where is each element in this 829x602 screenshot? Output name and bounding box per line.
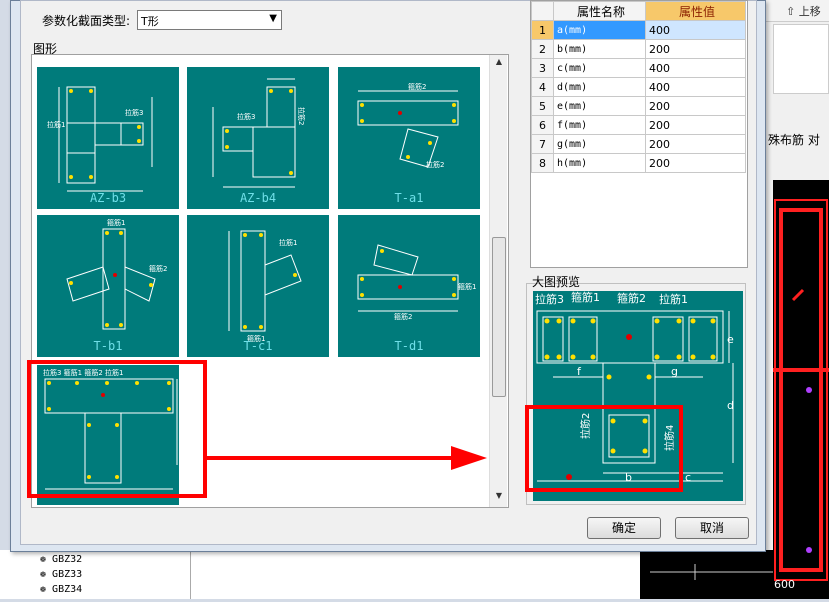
preview-label-l1: 拉筋3 [535,292,564,306]
scroll-up-icon[interactable]: ▲ [490,57,508,71]
svg-text:箍筋2: 箍筋2 [408,82,426,91]
property-value[interactable]: 200 [645,134,746,154]
row-index: 1 [531,20,554,40]
thumbnail-name: T-c1 [243,339,273,353]
thumbnail-name: T-b1 [93,339,123,353]
component-tree: ❁ GBZ32 ❁ GBZ33 ❁ GBZ34 [0,550,190,599]
chevron-down-icon: ▼ [269,13,277,24]
preview-label-l3: 箍筋2 [617,291,646,305]
svg-text:拉筋1: 拉筋1 [47,120,65,129]
svg-text:箍筋2: 箍筋2 [394,312,412,321]
table-row[interactable]: 4 d(mm) 400 [531,77,746,97]
row-index: 6 [531,115,554,135]
thumbnail-name: T-a1 [394,191,424,205]
column-header-value: 属性值 [645,1,746,21]
background-white-panel [773,24,829,94]
section-type-select[interactable]: T形 ▼ [137,10,282,30]
property-name[interactable]: a(mm) [553,20,646,40]
thumbnail-t-a1[interactable]: 箍筋2 拉筋2 T-a1 [338,67,480,209]
property-name[interactable]: d(mm) [553,77,646,97]
preview-label-g: g [671,365,678,378]
table-row[interactable]: 7 g(mm) 200 [531,134,746,154]
section-type-value: T形 [141,15,159,28]
thumbnail-name: AZ-b3 [89,191,127,205]
svg-text:箍筋1: 箍筋1 [107,218,125,227]
annotation-box-preview [525,405,683,492]
preview-label-f: f [577,365,582,378]
row-index: 3 [531,58,554,78]
thumbnail-t-b1[interactable]: 箍筋1 箍筋2 T-b1 [37,215,179,357]
property-name[interactable]: c(mm) [553,58,646,78]
table-row[interactable]: 5 e(mm) 200 [531,96,746,116]
thumbnail-t-c1[interactable]: 拉筋1 箍筋1 T-c1 [187,215,329,357]
background-panel [190,550,640,599]
thumbnail-az-b3[interactable]: 拉筋1 拉筋3 AZ-b3 [37,67,179,209]
svg-text:拉筋2: 拉筋2 [426,160,444,169]
svg-text:箍筋2: 箍筋2 [149,264,167,273]
background-tab-label[interactable]: 殊布筋 对 [768,131,820,148]
preview-label-l2: 箍筋1 [571,291,600,304]
preview-label-e: e [727,333,734,346]
corner-cell [531,1,554,21]
row-index: 8 [531,153,554,173]
background-drawing-canvas[interactable] [773,180,829,599]
svg-text:拉筋2: 拉筋2 [297,107,306,125]
property-value[interactable]: 200 [645,115,746,135]
table-row[interactable]: 3 c(mm) 400 [531,58,746,78]
row-index: 7 [531,134,554,154]
property-value[interactable]: 200 [645,39,746,59]
property-value[interactable]: 400 [645,58,746,78]
annotation-arrow-icon [205,446,487,470]
property-name[interactable]: f(mm) [553,115,646,135]
background-canvas-bottom [640,550,773,599]
row-index: 4 [531,77,554,97]
property-value[interactable]: 400 [645,20,746,40]
thumbnail-name: T-d1 [394,339,424,353]
tree-item[interactable]: ❁ GBZ32 [40,554,82,565]
property-value[interactable]: 400 [645,77,746,97]
table-row[interactable]: 1 a(mm) 400 [531,20,746,40]
property-name[interactable]: h(mm) [553,153,646,173]
row-index: 2 [531,39,554,59]
property-grid: 属性名称 属性值 1 a(mm) 400 2 b(mm) 200 3 c(mm)… [530,0,748,268]
row-index: 5 [531,96,554,116]
section-type-label: 参数化截面类型: [42,14,131,28]
preview-label: 大图预览 [532,275,581,289]
property-value[interactable]: 200 [645,153,746,173]
tree-item[interactable]: ❁ GBZ34 [40,584,82,595]
table-row[interactable]: 8 h(mm) 200 [531,153,746,173]
canvas-dimension-label: 600 [774,578,795,591]
scroll-down-icon[interactable]: ▼ [490,491,508,505]
preview-label-d: d [727,399,734,412]
cancel-button[interactable]: 取消 [675,517,749,539]
preview-label-l4: 拉筋1 [659,292,688,306]
svg-text:箍筋1: 箍筋1 [458,282,476,291]
property-name[interactable]: g(mm) [553,134,646,154]
svg-text:拉筋3: 拉筋3 [237,112,255,121]
thumbnail-az-b4[interactable]: 拉筋3 拉筋2 AZ-b4 [187,67,329,209]
column-header-name: 属性名称 [553,1,646,21]
thumbnail-name: AZ-b4 [239,191,277,205]
gallery-scrollbar[interactable]: ▲ ▼ [489,55,507,507]
annotation-box-selected [27,360,207,498]
svg-text:拉筋3: 拉筋3 [125,108,143,117]
preview-label-c: c [685,471,691,484]
property-table: 属性名称 属性值 1 a(mm) 400 2 b(mm) 200 3 c(mm)… [531,1,746,173]
thumbnail-t-d1[interactable]: 箍筋2 箍筋1 T-d1 [338,215,480,357]
table-row[interactable]: 2 b(mm) 200 [531,39,746,59]
property-name[interactable]: e(mm) [553,96,646,116]
property-name[interactable]: b(mm) [553,39,646,59]
move-up-label: 上移 [798,5,821,18]
svg-text:拉筋1: 拉筋1 [279,238,297,247]
property-value[interactable]: 200 [645,96,746,116]
ok-button[interactable]: 确定 [587,517,661,539]
scrollbar-thumb[interactable] [492,237,506,397]
table-row[interactable]: 6 f(mm) 200 [531,115,746,135]
move-up-button[interactable]: ⇧ 上移 [786,3,821,19]
tree-item[interactable]: ❁ GBZ33 [40,569,82,580]
